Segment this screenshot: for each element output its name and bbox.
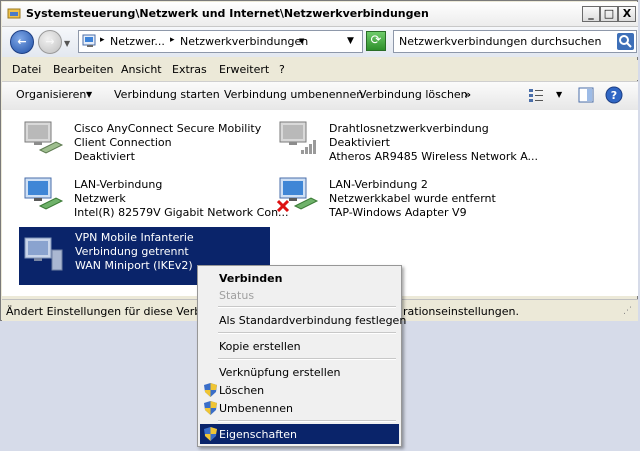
address-dropdown-icon[interactable]: ▼	[347, 36, 354, 46]
connection-name: LAN-Verbindung	[74, 178, 163, 191]
search-placeholder: Netzwerkverbindungen durchsuchen	[399, 35, 602, 48]
view-options-icon[interactable]	[528, 87, 544, 103]
menu-item-properties[interactable]: Eigenschaften	[200, 424, 399, 444]
preview-pane-icon[interactable]	[578, 87, 594, 103]
organize-button[interactable]: Organisieren	[16, 88, 86, 101]
close-button[interactable]: X	[618, 6, 636, 22]
back-button[interactable]: ←	[10, 30, 34, 54]
menu-item-status: Status	[200, 285, 399, 305]
connection-name: LAN-Verbindung 2	[329, 178, 428, 191]
uac-shield-icon	[204, 427, 217, 441]
connection-detail: Client Connection	[74, 136, 172, 149]
address-bar[interactable]: ▸ Netzwer... ▸ Netzwerkverbindungen ▼ ▼	[78, 30, 363, 53]
chevron-down-icon[interactable]: ▼	[299, 37, 304, 45]
more-commands-button[interactable]: »	[464, 88, 471, 101]
status-text: Ändert Einstellungen für diese Verbindu	[6, 305, 226, 318]
menu-item-label: Verknüpfung erstellen	[219, 366, 341, 379]
menu-separator	[218, 358, 396, 360]
connection-name: VPN Mobile Infanterie	[75, 231, 194, 244]
connection-item-lan[interactable]: LAN-Verbindung Netzwerk Intel(R) 82579V …	[22, 174, 289, 222]
connection-item-wireless[interactable]: Drahtlosnetzwerkverbindung Deaktiviert A…	[277, 118, 538, 166]
resize-grip-icon[interactable]: ⋰	[623, 306, 632, 316]
chevron-down-icon[interactable]: ▼	[86, 90, 92, 99]
connection-status: Netzwerkkabel wurde entfernt	[329, 192, 496, 205]
wireless-adapter-icon	[279, 121, 316, 154]
title-bar[interactable]: Systemsteuerung\Netzwerk und Internet\Ne…	[2, 2, 638, 27]
menu-item-set-default[interactable]: Als Standardverbindung festlegen	[200, 310, 406, 330]
connection-item-lan-2[interactable]: LAN-Verbindung 2 Netzwerkkabel wurde ent…	[277, 174, 522, 222]
delete-connection-button[interactable]: Verbindung löschen	[359, 88, 468, 101]
connection-item-cisco[interactable]: Cisco AnyConnect Secure Mobility Client …	[22, 118, 262, 166]
breadcrumb-separator-icon[interactable]: ▸	[100, 35, 105, 45]
connection-status: Verbindung getrennt	[75, 245, 189, 258]
menu-item-label: Eigenschaften	[219, 428, 297, 441]
menu-item-rename[interactable]: Umbenennen	[200, 398, 399, 418]
breadcrumb-network[interactable]: Netzwer...	[110, 35, 165, 48]
view-dropdown-icon[interactable]: ▼	[556, 90, 562, 99]
connection-name: Drahtlosnetzwerkverbindung	[329, 122, 489, 135]
menu-item-label: Status	[219, 289, 255, 302]
lan-adapter-icon	[24, 177, 64, 210]
menu-item-label: Löschen	[219, 384, 265, 397]
vpn-adapter-icon	[24, 237, 63, 271]
disconnected-adapter-icon	[277, 177, 319, 212]
connection-status: Deaktiviert	[329, 136, 390, 149]
connection-device: Intel(R) 82579V Gigabit Network Con...	[74, 206, 289, 219]
menu-separator	[218, 420, 396, 422]
menu-ansicht[interactable]: Ansicht	[121, 63, 162, 76]
network-adapter-icon	[24, 121, 64, 154]
menu-item-label: Verbinden	[219, 272, 283, 285]
network-folder-icon	[7, 8, 21, 19]
help-icon[interactable]: ?	[605, 86, 623, 104]
start-connection-button[interactable]: Verbindung starten	[114, 88, 220, 101]
menu-separator	[218, 332, 396, 334]
uac-shield-icon	[204, 383, 217, 397]
menu-item-delete[interactable]: Löschen	[200, 380, 399, 400]
connection-status: Deaktiviert	[74, 150, 135, 163]
connection-device: TAP-Windows Adapter V9	[329, 206, 467, 219]
connection-network: Netzwerk	[74, 192, 126, 205]
connection-device: WAN Miniport (IKEv2)	[75, 259, 193, 272]
history-dropdown-icon[interactable]: ▼	[64, 39, 70, 48]
navigation-bar: ← → ▼ ▸ Netzwer... ▸ Netzwerkverbindunge…	[2, 27, 638, 57]
uac-shield-icon	[204, 401, 217, 415]
minimize-button[interactable]: _	[582, 6, 600, 22]
menu-datei[interactable]: Datei	[12, 63, 41, 76]
menu-item-label: Als Standardverbindung festlegen	[219, 314, 407, 327]
forward-button[interactable]: →	[38, 30, 62, 54]
window-title: Systemsteuerung\Netzwerk und Internet\Ne…	[26, 7, 429, 20]
menu-help[interactable]: ?	[279, 63, 285, 76]
rename-connection-button[interactable]: Verbindung umbenennen	[224, 88, 363, 101]
status-text-continued: rationseinstellungen.	[403, 305, 519, 318]
menu-item-shortcut[interactable]: Verknüpfung erstellen	[200, 362, 399, 382]
breadcrumb-connections[interactable]: Netzwerkverbindungen	[180, 35, 308, 48]
search-icon[interactable]	[617, 33, 634, 50]
search-field[interactable]: Netzwerkverbindungen durchsuchen	[393, 30, 637, 53]
menu-extras[interactable]: Extras	[172, 63, 207, 76]
control-panel-icon	[82, 34, 96, 47]
menu-erweitert[interactable]: Erweitert	[219, 63, 269, 76]
menu-item-label: Umbenennen	[219, 402, 293, 415]
svg-text:?: ?	[611, 89, 617, 102]
maximize-button[interactable]: □	[600, 6, 618, 22]
menu-item-label: Kopie erstellen	[219, 340, 301, 353]
connection-device: Atheros AR9485 Wireless Network A...	[329, 150, 539, 163]
connection-name: Cisco AnyConnect Secure Mobility	[74, 122, 262, 135]
command-bar: Organisieren ▼ Verbindung starten Verbin…	[2, 81, 638, 111]
refresh-button[interactable]: ⟳	[366, 31, 386, 51]
menu-bar: Datei Bearbeiten Ansicht Extras Erweiter…	[2, 60, 638, 80]
context-menu: Verbinden Status Als Standardverbindung …	[197, 265, 406, 447]
breadcrumb-separator-icon[interactable]: ▸	[170, 35, 175, 45]
menu-item-copy[interactable]: Kopie erstellen	[200, 336, 399, 356]
menu-bearbeiten[interactable]: Bearbeiten	[53, 63, 113, 76]
menu-separator	[218, 306, 396, 308]
